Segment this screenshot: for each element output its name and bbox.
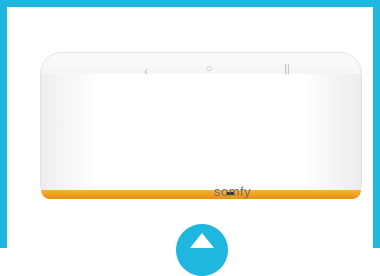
brand-logo: somfy [214,184,252,199]
device-button-center: ○ [206,63,213,75]
scroll-up-badge[interactable] [176,224,228,276]
up-arrow-icon [190,233,214,248]
device-button-right: || [284,63,290,75]
device-button-left: ‹ [144,66,148,78]
product-image: ‹ ○ || somfy [40,52,362,202]
device-orange-strip [41,190,361,199]
device-front-panel [40,74,362,194]
